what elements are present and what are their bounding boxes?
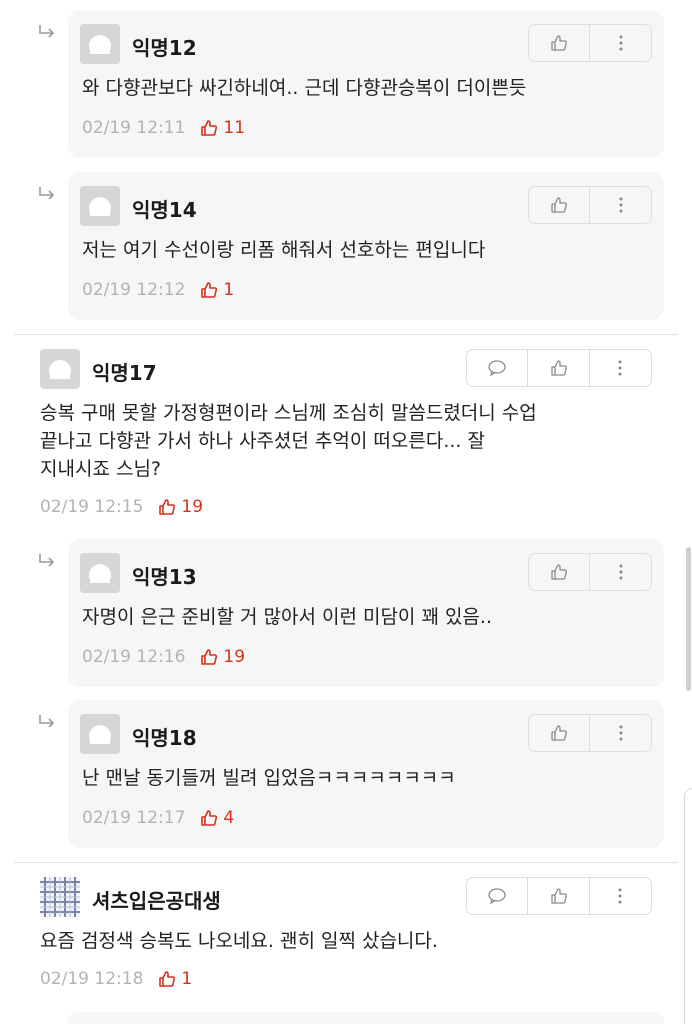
reply-card: 익명13 자명이 은근 준비할 거 많아서 이런 미담이 꽤 있음.. 02/1… <box>68 539 664 687</box>
reply-text: 자명이 은근 준비할 거 많아서 이런 미담이 꽤 있음.. <box>82 606 492 628</box>
comment-text: 승복 구매 못할 가정형편이라 스님께 조심히 말씀드렸더니 수업 끝나고 다향… <box>40 402 537 480</box>
like-button[interactable] <box>529 715 591 751</box>
like-count: 1 <box>157 969 192 989</box>
like-button[interactable] <box>529 25 591 61</box>
thumbs-up-icon <box>551 197 567 213</box>
nickname[interactable]: 익명13 <box>132 561 197 590</box>
like-count: 11 <box>199 118 245 138</box>
reply-text: 난 맨날 동기들꺼 빌려 입었음ㅋㅋㅋㅋㅋㅋㅋㅋ <box>82 767 456 789</box>
reply-text: 와 다향관보다 싸긴하네여.. 근데 다향관승복이 더이쁜듯 <box>82 77 527 99</box>
like-button[interactable] <box>529 187 591 223</box>
reply-arrow-icon <box>39 25 55 38</box>
reply-action-group <box>528 714 652 752</box>
side-panel-edge <box>684 788 692 1024</box>
nickname[interactable]: 셔츠입은공대생 <box>92 885 221 914</box>
reply-button[interactable] <box>467 878 529 914</box>
like-count: 4 <box>199 808 234 828</box>
thumbs-up-icon <box>201 282 218 298</box>
reply-meta: 02/19 12:16 19 <box>82 647 245 667</box>
timestamp: 02/19 12:15 <box>40 497 144 517</box>
more-vertical-icon <box>618 360 622 376</box>
timestamp: 02/19 12:16 <box>82 647 186 667</box>
thumbs-up-icon <box>159 499 176 515</box>
more-vertical-icon <box>619 564 622 580</box>
reply-card: 익명12 와 다향관보다 싸긴하네여.. 근데 다향관승복이 더이쁜듯 02/1… <box>68 10 664 158</box>
thumbs-up-icon <box>201 120 218 136</box>
thumbs-up-icon <box>551 564 567 580</box>
reply-meta: 02/19 12:12 1 <box>82 280 234 300</box>
default-avatar-icon[interactable] <box>80 714 120 754</box>
reply-item: 익명13 자명이 은근 준비할 거 많아서 이런 미담이 꽤 있음.. 02/1… <box>0 539 692 687</box>
comment-meta: 02/19 12:15 19 <box>40 497 203 517</box>
nickname[interactable]: 익명18 <box>132 722 197 751</box>
comment-meta: 02/19 12:18 1 <box>40 969 192 989</box>
speech-bubble-icon <box>488 360 506 377</box>
default-avatar-icon[interactable] <box>80 553 120 593</box>
reply-arrow-icon <box>39 554 55 567</box>
nickname[interactable]: 익명12 <box>132 32 197 61</box>
thumbs-up-icon <box>159 971 176 987</box>
reply-card: 익명14 저는 여기 수선이랑 리폼 해줘서 선호하는 편입니다 02/19 1… <box>68 172 664 320</box>
like-button[interactable] <box>529 554 591 590</box>
like-count: 19 <box>157 497 203 517</box>
more-button[interactable] <box>590 187 651 223</box>
reply-action-group <box>528 24 652 62</box>
more-vertical-icon <box>618 888 622 904</box>
timestamp: 02/19 12:18 <box>40 969 144 989</box>
more-button[interactable] <box>590 554 651 590</box>
thumbs-up-icon <box>551 35 567 51</box>
nickname[interactable]: 익명17 <box>92 357 157 386</box>
reply-item: 익명12 와 다향관보다 싸긴하네여.. 근데 다향관승복이 더이쁜듯 02/1… <box>0 10 692 158</box>
more-button[interactable] <box>590 350 651 386</box>
default-avatar-icon[interactable] <box>40 349 80 389</box>
reply-action-group <box>528 186 652 224</box>
scrollbar[interactable] <box>686 547 691 691</box>
reply-item: 익명14 저는 여기 수선이랑 리폼 해줘서 선호하는 편입니다 02/19 1… <box>0 172 692 320</box>
thumbs-up-icon <box>551 725 567 741</box>
like-count: 1 <box>199 280 234 300</box>
more-button[interactable] <box>590 25 651 61</box>
speech-bubble-icon <box>488 888 506 905</box>
more-vertical-icon <box>619 35 622 51</box>
timestamp: 02/19 12:11 <box>82 118 186 138</box>
comment-text: 요즘 검정색 승복도 나오네요. 괜히 일찍 샀습니다. <box>40 930 438 952</box>
thumbs-up-icon <box>550 888 567 904</box>
nickname[interactable]: 익명14 <box>132 194 197 223</box>
timestamp: 02/19 12:17 <box>82 808 186 828</box>
default-avatar-icon[interactable] <box>80 186 120 226</box>
reply-action-group <box>528 553 652 591</box>
reply-button[interactable] <box>467 350 529 386</box>
default-avatar-icon[interactable] <box>80 24 120 64</box>
reply-meta: 02/19 12:11 11 <box>82 118 245 138</box>
more-vertical-icon <box>619 725 622 741</box>
thumbs-up-icon <box>201 810 218 826</box>
more-button[interactable] <box>590 878 651 914</box>
more-vertical-icon <box>619 197 622 213</box>
more-button[interactable] <box>590 715 651 751</box>
like-button[interactable] <box>528 350 590 386</box>
thumbs-up-icon <box>550 360 567 376</box>
like-count: 19 <box>199 647 245 667</box>
thumbs-up-icon <box>201 649 218 665</box>
reply-arrow-icon <box>39 187 55 200</box>
timestamp: 02/19 12:12 <box>82 280 186 300</box>
comment-action-group <box>466 349 652 387</box>
comment-action-group <box>466 877 652 915</box>
plaid-avatar-icon[interactable] <box>40 877 80 917</box>
reply-card: 익명18 난 맨날 동기들꺼 빌려 입었음ㅋㅋㅋㅋㅋㅋㅋㅋ 02/19 12:1… <box>68 700 664 848</box>
like-button[interactable] <box>528 878 590 914</box>
reply-card <box>68 1012 664 1024</box>
reply-text: 저는 여기 수선이랑 리폼 해줘서 선호하는 편입니다 <box>82 239 486 261</box>
reply-arrow-icon <box>39 715 55 728</box>
reply-item: 익명18 난 맨날 동기들꺼 빌려 입었음ㅋㅋㅋㅋㅋㅋㅋㅋ 02/19 12:1… <box>0 700 692 848</box>
comment-item: 셔츠입은공대생 요즘 검정색 승복도 나오네요. 괜히 일찍 샀습니다. 02/… <box>0 863 692 1013</box>
comment-item: 익명17 승복 구매 못할 가정형편이라 스님께 조심히 말씀드렸더니 수업 끝… <box>0 335 692 525</box>
reply-meta: 02/19 12:17 4 <box>82 808 234 828</box>
